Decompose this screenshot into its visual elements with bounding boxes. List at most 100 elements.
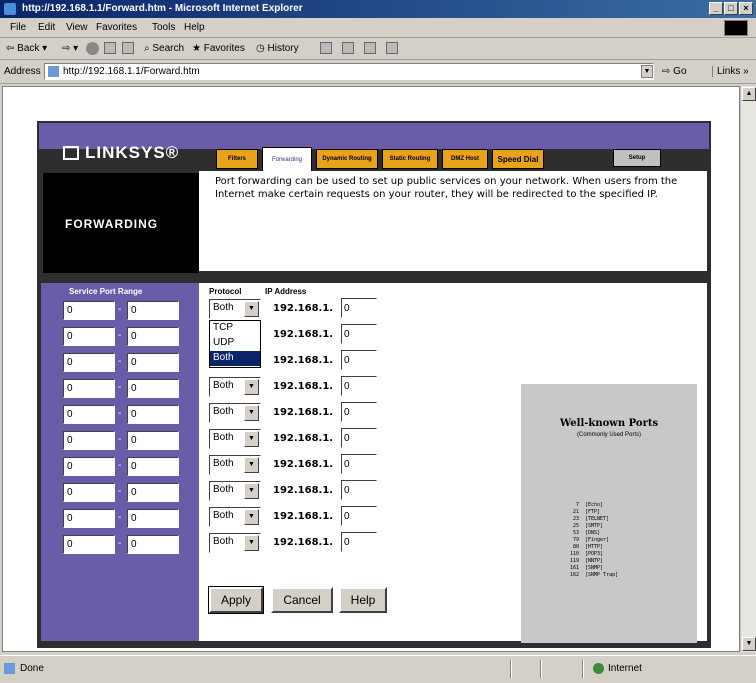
address-input[interactable]: http://192.168.1.1/Forward.htm (44, 63, 654, 80)
forward-button[interactable]: ⇨ ▾ (62, 43, 78, 54)
ip-last-octet-input[interactable] (341, 324, 377, 344)
port-end-input[interactable] (127, 457, 179, 476)
page-done-icon (4, 663, 15, 674)
port-row: - (63, 431, 181, 451)
port-start-input[interactable] (63, 379, 115, 398)
home-icon[interactable] (122, 42, 134, 54)
port-end-input[interactable] (127, 535, 179, 554)
protocol-select[interactable]: Both ▼ (209, 507, 261, 527)
port-start-input[interactable] (63, 301, 115, 320)
edit-icon[interactable] (364, 42, 376, 54)
ip-last-octet-input[interactable] (341, 402, 377, 422)
port-end-input[interactable] (127, 327, 179, 346)
port-end-input[interactable] (127, 353, 179, 372)
tab-dmz-host[interactable]: DMZ Host (442, 149, 488, 169)
dropdown-option-udp[interactable]: UDP (210, 336, 260, 351)
dropdown-option-tcp[interactable]: TCP (210, 321, 260, 336)
tab-speed-dial[interactable]: Speed Dial (492, 149, 544, 169)
port-start-input[interactable] (63, 509, 115, 528)
help-button[interactable]: Help (339, 587, 387, 613)
menu-file[interactable]: File (10, 22, 26, 33)
protocol-select[interactable]: Both ▼ (209, 377, 261, 397)
tab-dynamic-routing[interactable]: Dynamic Routing (316, 149, 378, 169)
port-number: 25 (572, 523, 579, 529)
address-dropdown-icon[interactable]: ▼ (641, 65, 653, 78)
port-end-input[interactable] (127, 483, 179, 502)
protocol-select[interactable]: Both ▼ (209, 403, 261, 423)
description-text: Port forwarding can be used to set up pu… (199, 171, 707, 271)
maximize-button[interactable]: □ (724, 2, 738, 15)
port-end-input[interactable] (127, 301, 179, 320)
protocol-select[interactable]: Both ▼ (209, 429, 261, 449)
ip-last-octet-input[interactable] (341, 298, 377, 318)
port-start-input[interactable] (63, 353, 115, 372)
internet-zone-icon (593, 663, 604, 674)
status-separator (510, 660, 512, 678)
ip-last-octet-input[interactable] (341, 506, 377, 526)
port-start-input[interactable] (63, 431, 115, 450)
port-number: 23 (572, 516, 579, 522)
apply-button[interactable]: Apply (208, 586, 264, 614)
menu-view[interactable]: View (66, 22, 88, 33)
history-button[interactable]: ◷ History (256, 43, 299, 54)
port-end-input[interactable] (127, 431, 179, 450)
port-name: [SNMP Trap] (585, 572, 619, 578)
ip-last-octet-input[interactable] (341, 480, 377, 500)
dropdown-arrow-icon: ▼ (244, 379, 259, 395)
menu-edit[interactable]: Edit (38, 22, 55, 33)
port-number: 161 (569, 565, 579, 571)
port-number: 53 (572, 530, 579, 536)
window-title: http://192.168.1.1/Forward.htm - Microso… (22, 3, 303, 14)
dropdown-option-both[interactable]: Both (210, 351, 260, 366)
favorites-button[interactable]: ★ Favorites (192, 43, 245, 54)
menu-help[interactable]: Help (184, 22, 205, 33)
port-row: - (63, 301, 181, 321)
port-name: [FTP] (585, 509, 601, 515)
section-label: FORWARDING (43, 173, 199, 273)
menu-favorites[interactable]: Favorites (96, 22, 137, 33)
port-end-input[interactable] (127, 405, 179, 424)
protocol-select[interactable]: Both ▼ (209, 299, 261, 319)
port-start-input[interactable] (63, 483, 115, 502)
port-entry: 79 [Finger] (561, 537, 671, 544)
port-start-input[interactable] (63, 457, 115, 476)
cancel-button[interactable]: Cancel (271, 587, 333, 613)
service-port-range-header: Service Port Range (69, 287, 143, 296)
port-number: 119 (569, 558, 579, 564)
ip-last-octet-input[interactable] (341, 428, 377, 448)
scroll-up-icon[interactable]: ▲ (742, 87, 756, 101)
minimize-button[interactable]: _ (709, 2, 723, 15)
port-start-input[interactable] (63, 327, 115, 346)
protocol-select[interactable]: Both ▼ (209, 481, 261, 501)
search-button[interactable]: ⌕ Search (144, 43, 184, 54)
range-dash: - (118, 304, 122, 315)
ip-last-octet-input[interactable] (341, 376, 377, 396)
mail-icon[interactable] (320, 42, 332, 54)
tab-static-routing[interactable]: Static Routing (382, 149, 438, 169)
scroll-down-icon[interactable]: ▼ (742, 637, 756, 651)
vertical-scrollbar[interactable]: ▲ ▼ (740, 86, 756, 652)
close-button[interactable]: × (739, 2, 753, 15)
links-button[interactable]: Links » (712, 66, 749, 77)
tab-filters[interactable]: Filters (216, 149, 258, 169)
port-start-input[interactable] (63, 535, 115, 554)
print-icon[interactable] (342, 42, 354, 54)
menu-tools[interactable]: Tools (152, 22, 175, 33)
tab-setup[interactable]: Setup (613, 149, 661, 167)
go-button[interactable]: ⇨ Go (662, 66, 687, 77)
port-start-input[interactable] (63, 405, 115, 424)
ip-last-octet-input[interactable] (341, 454, 377, 474)
ip-last-octet-input[interactable] (341, 532, 377, 552)
protocol-value: Both (213, 484, 234, 495)
port-end-input[interactable] (127, 509, 179, 528)
discuss-icon[interactable] (386, 42, 398, 54)
refresh-icon[interactable] (104, 42, 116, 54)
protocol-select[interactable]: Both ▼ (209, 533, 261, 553)
port-end-input[interactable] (127, 379, 179, 398)
back-button[interactable]: ⇦ Back ▾ (6, 43, 47, 54)
stop-icon[interactable] (86, 42, 99, 55)
protocol-select[interactable]: Both ▼ (209, 455, 261, 475)
tab-forwarding[interactable]: Forwarding (262, 147, 312, 171)
ip-last-octet-input[interactable] (341, 350, 377, 370)
dropdown-arrow-icon: ▼ (244, 457, 259, 473)
